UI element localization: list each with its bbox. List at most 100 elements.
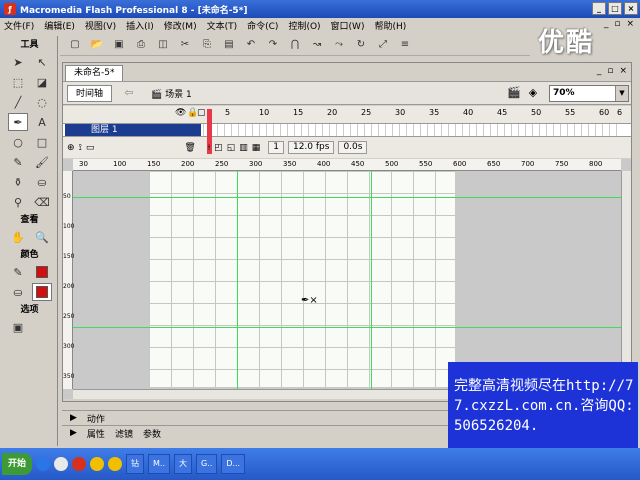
task-button[interactable]: D... — [221, 454, 246, 474]
mdi-close-icon[interactable]: × — [626, 19, 634, 29]
print-preview-icon[interactable]: ◫ — [154, 37, 172, 53]
hand-tool-icon[interactable]: ✋ — [8, 228, 28, 246]
rotate-icon[interactable]: ↻ — [352, 37, 370, 53]
fill-color-icon[interactable]: ⛀ — [8, 283, 28, 301]
close-button[interactable]: × — [624, 2, 638, 15]
quicklaunch-icon[interactable] — [108, 457, 123, 471]
straighten-icon[interactable]: ⤳ — [330, 37, 348, 53]
menu-edit[interactable]: 编辑(E) — [44, 19, 75, 32]
pen-tool-icon[interactable]: ✒ — [8, 113, 28, 131]
zoom-select[interactable]: 70% ▼ — [549, 85, 629, 102]
horizontal-guide[interactable] — [73, 197, 621, 198]
desktop-icon[interactable] — [54, 457, 69, 471]
frame-cells[interactable] — [203, 124, 623, 136]
task-button[interactable]: 大 — [174, 454, 193, 474]
edit-scene-icon[interactable]: 🎬 — [507, 86, 521, 99]
save-icon[interactable]: ▣ — [110, 37, 128, 53]
mdi-minimize-icon[interactable]: _ — [604, 19, 609, 29]
line-tool-icon[interactable]: ╱ — [8, 93, 28, 111]
document-tab[interactable]: 未命名-5* — [65, 65, 124, 81]
zoom-tool-icon[interactable]: 🔍 — [32, 228, 52, 246]
free-transform-icon[interactable]: ⬚ — [8, 73, 28, 91]
task-button[interactable]: M.. — [148, 454, 171, 474]
stroke-color-swatch[interactable] — [32, 263, 52, 281]
snap-magnet-icon[interactable]: ⋂ — [286, 37, 304, 53]
onion-markers-icon[interactable]: ▦ — [252, 143, 261, 153]
onion-skin-icon[interactable]: ◰ — [214, 143, 223, 153]
add-folder-icon[interactable]: ▭ — [86, 143, 95, 153]
vertical-ruler[interactable]: 50 100 150 200 250 300 350 — [63, 171, 74, 389]
print-icon[interactable]: ⎙ — [132, 37, 150, 53]
menu-file[interactable]: 文件(F) — [4, 19, 34, 32]
gradient-transform-icon[interactable]: ◪ — [32, 73, 52, 91]
brush-icon[interactable]: 🖌 — [32, 153, 52, 171]
text-tool-icon[interactable]: A — [32, 113, 52, 131]
rectangle-tool-icon[interactable]: □ — [32, 133, 52, 151]
start-button[interactable]: 开始 — [2, 453, 33, 475]
pencil-icon[interactable]: ✎ — [8, 153, 28, 171]
add-guide-icon[interactable]: ⟟ — [79, 143, 82, 153]
fill-color-swatch[interactable] — [32, 283, 52, 301]
oval-tool-icon[interactable]: ○ — [8, 133, 28, 151]
horizontal-ruler[interactable]: 30 100 150 200 250 300 350 400 450 500 5… — [73, 159, 621, 171]
minimize-button[interactable]: _ — [592, 2, 606, 15]
layer-name[interactable]: 图层 1 — [65, 124, 201, 136]
doc-minimize-icon[interactable]: _ — [597, 66, 602, 76]
menu-insert[interactable]: 插入(I) — [126, 19, 154, 32]
undo-icon[interactable]: ↶ — [242, 37, 260, 53]
scene-breadcrumb[interactable]: 🎬 场景 1 — [151, 87, 192, 100]
ink-bottle-icon[interactable]: ⚱ — [8, 173, 28, 191]
timeline-toggle-button[interactable]: 时间轴 — [67, 85, 113, 102]
properties-tab[interactable]: 属性 — [87, 427, 105, 440]
doc-close-icon[interactable]: × — [619, 66, 627, 76]
flash-quick-icon[interactable] — [72, 457, 87, 471]
vertical-scrollbar[interactable] — [621, 171, 631, 389]
paste-icon[interactable]: ▤ — [220, 37, 238, 53]
eraser-icon[interactable]: ⌫ — [32, 193, 52, 211]
task-button[interactable]: 钻 — [126, 454, 145, 474]
frame-rate[interactable]: 12.0 fps — [287, 141, 335, 154]
eye-icon[interactable]: 👁 — [175, 108, 186, 118]
menu-modify[interactable]: 修改(M) — [164, 19, 197, 32]
delete-layer-icon[interactable]: 🗑 — [184, 143, 195, 153]
vertical-guide[interactable] — [371, 171, 372, 389]
stage-canvas[interactable] — [149, 171, 455, 387]
menu-help[interactable]: 帮助(H) — [374, 19, 406, 32]
open-folder-icon[interactable]: 📂 — [88, 37, 106, 53]
paint-bucket-icon[interactable]: ⛀ — [32, 173, 52, 191]
quicklaunch-icon[interactable] — [90, 457, 105, 471]
stroke-color-icon[interactable]: ✎ — [8, 263, 28, 281]
redo-icon[interactable]: ↷ — [264, 37, 282, 53]
layer-row[interactable]: 图层 1 — [63, 109, 631, 154]
menu-window[interactable]: 窗口(W) — [331, 19, 365, 32]
parameters-tab[interactable]: 参数 — [143, 427, 161, 440]
doc-restore-icon[interactable]: ▫ — [607, 66, 613, 76]
align-icon[interactable]: ≡ — [396, 37, 414, 53]
edit-multiple-icon[interactable]: ▥ — [239, 143, 248, 153]
actions-panel-header[interactable]: ▶ 动作 — [62, 410, 452, 425]
cut-icon[interactable]: ✂ — [176, 37, 194, 53]
copy-icon[interactable]: ⎘ — [198, 37, 216, 53]
center-frame-icon[interactable]: ⟊ — [208, 143, 210, 153]
properties-panel-header[interactable]: ▶ 属性 滤镜 参数 — [62, 425, 452, 440]
new-file-icon[interactable]: ▢ — [66, 37, 84, 53]
menu-view[interactable]: 视图(V) — [85, 19, 116, 32]
smooth-icon[interactable]: ↝ — [308, 37, 326, 53]
add-layer-icon[interactable]: ⊕ — [67, 143, 75, 153]
back-arrow-icon[interactable]: ⇦ — [121, 86, 137, 102]
selection-arrow-icon[interactable]: ➤ — [8, 53, 28, 71]
horizontal-guide[interactable] — [73, 327, 621, 328]
menu-commands[interactable]: 命令(C) — [247, 19, 278, 32]
lasso-icon[interactable]: ◌ — [32, 93, 52, 111]
snap-option-icon[interactable]: ▣ — [8, 318, 28, 336]
maximize-button[interactable]: □ — [608, 2, 622, 15]
mdi-restore-icon[interactable]: ▫ — [614, 19, 620, 29]
edit-symbol-icon[interactable]: ◈ — [529, 86, 537, 99]
ie-icon[interactable] — [36, 457, 51, 471]
filters-tab[interactable]: 滤镜 — [115, 427, 133, 440]
onion-outline-icon[interactable]: ◱ — [227, 143, 236, 153]
menu-control[interactable]: 控制(O) — [288, 19, 320, 32]
eyedropper-icon[interactable]: ⚲ — [8, 193, 28, 211]
scale-icon[interactable]: ⤢ — [374, 37, 392, 53]
frame-ruler[interactable]: 5 10 15 20 25 30 35 40 45 50 55 60 6 — [203, 108, 623, 122]
